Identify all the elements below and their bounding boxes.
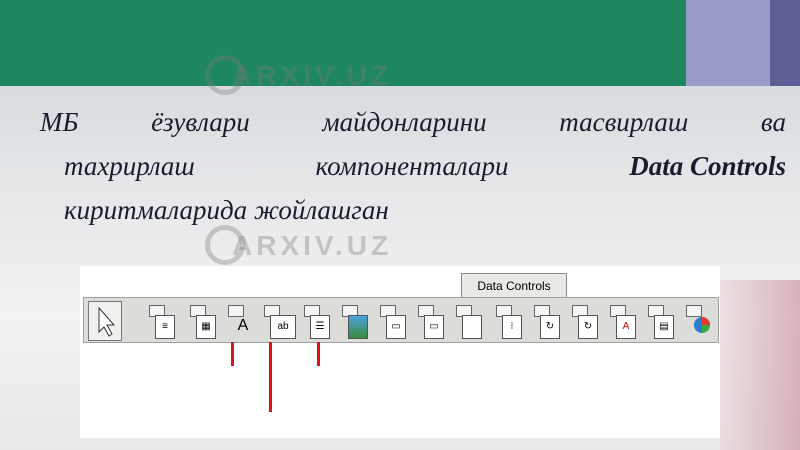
- marker-line: [269, 342, 272, 412]
- textbox-tool-icon[interactable]: ab: [260, 301, 296, 341]
- text-line-1: МБ ёзувлари майдонларини тасвирлаш ва: [40, 100, 786, 144]
- navigator-tool-icon[interactable]: ↻: [530, 301, 560, 341]
- list-tool-icon[interactable]: ≡: [145, 301, 175, 341]
- word: ва: [760, 107, 786, 137]
- slide-text: МБ ёзувлари майдонларини тасвирлаш ва та…: [40, 100, 786, 232]
- watermark-text: ARXIV.UZ: [232, 230, 393, 261]
- grid-tool-icon[interactable]: ▦: [186, 301, 216, 341]
- chart-tool-icon[interactable]: [682, 301, 712, 341]
- word: майдонларини: [322, 107, 487, 137]
- word: ёзувлари: [151, 107, 250, 137]
- data-controls-term: Data Controls: [629, 151, 786, 181]
- label-tool-icon[interactable]: A: [224, 301, 254, 341]
- tab-data-controls[interactable]: Data Controls: [461, 273, 567, 297]
- screenshot-panel: [80, 266, 720, 438]
- image-tool-icon[interactable]: [338, 301, 368, 341]
- word: компоненталари: [315, 151, 509, 181]
- word: тасвирлаш: [559, 107, 689, 137]
- marker-line: [317, 342, 320, 366]
- word: МБ: [40, 107, 79, 137]
- header-accent-light: [686, 0, 770, 86]
- dblookup-tool-icon[interactable]: ↻: [568, 301, 598, 341]
- word: киритмаларида жойлашган: [64, 195, 389, 225]
- watermark-text: ARXIV.UZ: [232, 60, 393, 91]
- text-line-2: тахрирлаш компоненталари Data Controls: [40, 144, 786, 188]
- checkbox-tool-icon[interactable]: [452, 301, 482, 341]
- combobox-tool-icon[interactable]: ▭: [376, 301, 406, 341]
- text-line-3: киритмаларида жойлашган: [40, 188, 786, 232]
- radio-group-tool-icon[interactable]: ⁝: [492, 301, 522, 341]
- header-accent-dark: [770, 0, 800, 86]
- marker-line: [231, 342, 234, 366]
- rich-edit-tool-icon[interactable]: A: [606, 301, 636, 341]
- pointer-tool-icon[interactable]: [88, 301, 122, 341]
- ctrl-grid-tool-icon[interactable]: ▤: [644, 301, 674, 341]
- word: тахрирлаш: [64, 151, 195, 181]
- background-chairs: [720, 280, 800, 450]
- slide: ARXIV.UZ ARXIV.UZ ARXIV.UZ МБ ёзувлари м…: [0, 0, 800, 450]
- lookup-combobox-tool-icon[interactable]: ▭: [414, 301, 444, 341]
- memo-tool-icon[interactable]: ☰: [300, 301, 330, 341]
